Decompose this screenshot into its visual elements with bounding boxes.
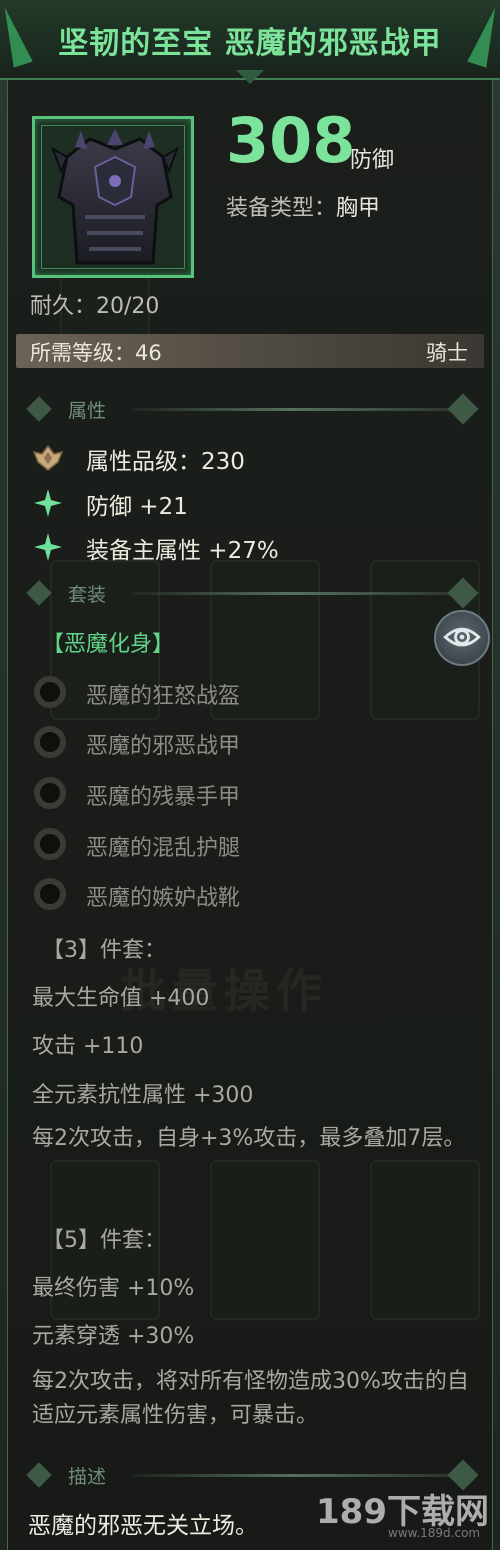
attribute-row: 属性品级：230 <box>30 440 470 476</box>
set-piece-label: 恶魔的嫉妒战靴 <box>86 886 241 911</box>
equip-type-label: 装备类型： <box>226 196 337 221</box>
set-piece-item[interactable]: 恶魔的狂怒战盔 <box>32 672 432 712</box>
set-piece-dot-icon <box>34 726 66 758</box>
set-bonus-text: 每2次攻击，自身+3%攻击，最多叠加7层。 <box>32 1126 466 1151</box>
set-piece-item[interactable]: 恶魔的混乱护腿 <box>32 824 432 864</box>
set-bonus-text: 攻击 +110 <box>32 1034 144 1059</box>
defense-value: 308 <box>226 104 356 177</box>
set-piece-item[interactable]: 恶魔的嫉妒战靴 <box>32 874 432 914</box>
diamond-icon <box>26 396 52 422</box>
section-attributes-header: 属性 <box>26 393 484 425</box>
diamond-icon <box>26 580 52 606</box>
set-piece-dot-icon <box>34 828 66 860</box>
set-piece-label: 恶魔的混乱护腿 <box>86 836 241 861</box>
attribute-row: 防御 +21 <box>30 485 470 521</box>
divider-line <box>132 408 452 411</box>
equip-type-value: 胸甲 <box>336 196 381 221</box>
divider-line <box>132 592 452 595</box>
set-bonus-text: 最大生命值 +400 <box>32 986 210 1011</box>
quality-crest-icon <box>32 444 64 471</box>
required-level: 所需等级：46 <box>30 341 162 365</box>
frame-right-border <box>492 0 500 1550</box>
set-piece-item[interactable]: 恶魔的残暴手甲 <box>32 773 432 813</box>
set-tier3-header: 【3】件套： <box>42 938 166 963</box>
diamond-icon <box>447 577 479 609</box>
section-attributes-label: 属性 <box>68 400 107 422</box>
set-piece-label: 恶魔的邪恶战甲 <box>86 734 241 759</box>
set-piece-dot-icon <box>34 676 66 708</box>
attribute-text: 属性品级：230 <box>86 449 245 475</box>
set-piece-dot-icon <box>34 777 66 809</box>
sparkle-icon <box>34 489 62 517</box>
diamond-icon <box>447 393 479 425</box>
set-piece-dot-icon <box>34 878 66 910</box>
diamond-icon <box>26 1462 52 1488</box>
item-description: 恶魔的邪恶无关立场。 <box>28 1513 258 1539</box>
set-piece-label: 恶魔的狂怒战盔 <box>86 684 241 709</box>
set-bonus-text: 最终伤害 +10% <box>32 1276 195 1301</box>
frame-left-border <box>0 0 8 1550</box>
set-tier5-header: 【5】件套： <box>42 1228 166 1253</box>
set-bonus-text: 元素穿透 +30% <box>32 1324 195 1349</box>
set-bonus-text: 全元素抗性属性 +300 <box>32 1083 254 1108</box>
background-tile <box>370 1160 480 1320</box>
attribute-text: 防御 +21 <box>86 494 188 520</box>
sparkle-icon <box>34 533 62 561</box>
item-title: 坚韧的至宝 恶魔的邪恶战甲 <box>58 26 442 61</box>
set-piece-label: 恶魔的残暴手甲 <box>86 785 241 810</box>
section-description-label: 描述 <box>68 1466 107 1488</box>
attribute-text: 装备主属性 +27% <box>86 538 279 564</box>
eye-icon <box>443 627 481 647</box>
demon-armor-icon <box>51 129 179 265</box>
defense-unit: 防御 <box>350 148 395 173</box>
required-class: 骑士 <box>426 341 468 365</box>
site-watermark-url: www.189d.com <box>388 1526 481 1540</box>
set-piece-item[interactable]: 恶魔的邪恶战甲 <box>32 722 432 762</box>
item-icon-frame <box>32 116 194 278</box>
requirement-bar: 所需等级：46 骑士 <box>16 334 484 368</box>
preview-eye-button[interactable] <box>434 610 490 666</box>
set-name: 【恶魔化身】 <box>42 632 175 657</box>
section-set-header: 套装 <box>26 577 484 609</box>
set-bonus-text: 每2次攻击，将对所有怪物造成30%攻击的自适应元素属性伤害，可暴击。 <box>32 1369 469 1428</box>
divider-line <box>132 1474 452 1477</box>
section-set-label: 套装 <box>68 584 107 606</box>
durability-text: 耐久：20/20 <box>30 294 160 319</box>
title-bar: 坚韧的至宝 恶魔的邪恶战甲 <box>0 0 500 80</box>
attribute-row: 装备主属性 +27% <box>30 529 470 565</box>
background-tile <box>210 1160 320 1320</box>
item-tooltip-panel: 批量操作 坚韧的至宝 恶魔的邪恶战甲 308 防御 装备类型：胸甲 耐久：20/… <box>0 0 500 1550</box>
equip-type: 装备类型：胸甲 <box>226 190 380 222</box>
